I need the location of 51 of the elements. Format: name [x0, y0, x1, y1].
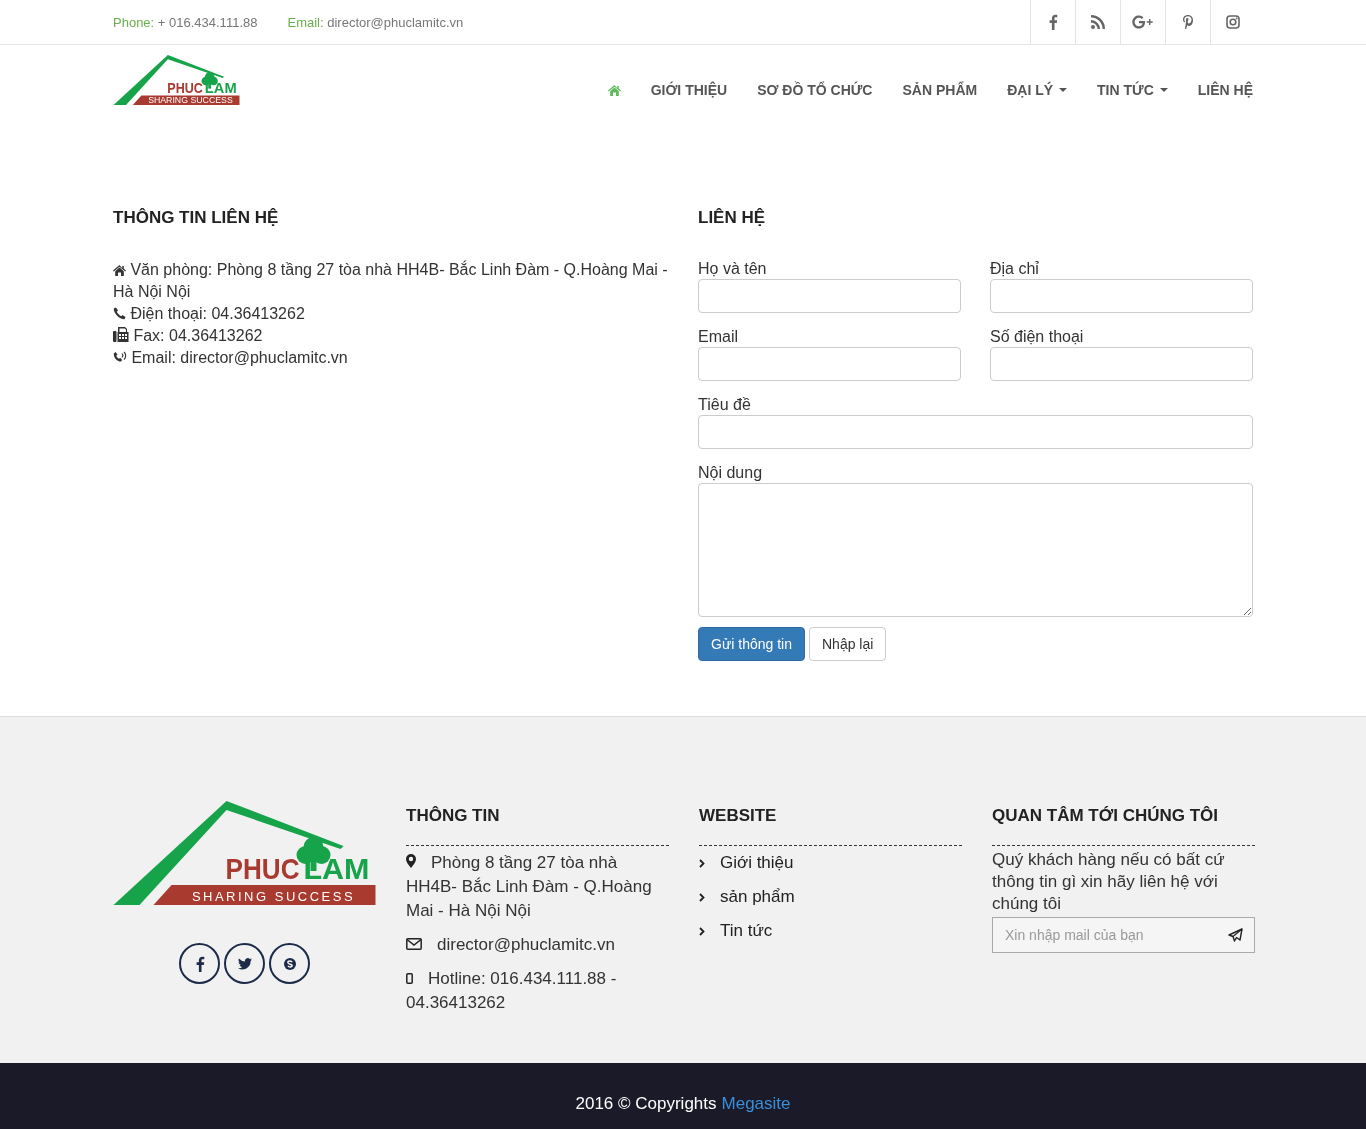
reset-button[interactable]: Nhập lại — [809, 627, 887, 662]
section-title: LIÊN HỆ — [698, 207, 767, 229]
field-label: Nội dung — [698, 463, 764, 484]
send-icon[interactable] — [1228, 928, 1243, 943]
envelope-icon — [406, 938, 422, 951]
field-label: Địa chỉ — [990, 259, 1040, 280]
footer-info-text: director@phuclamitc.vn — [406, 933, 669, 958]
fax-icon — [113, 327, 129, 343]
input-field[interactable] — [698, 415, 1253, 450]
footer-link[interactable]: Tin tức — [720, 919, 773, 944]
footer-heading: THÔNG TIN — [406, 805, 669, 847]
input-field[interactable] — [698, 279, 961, 314]
footer-info-text: Hotline: 016.434.111.88 - 04.36413262 — [406, 968, 618, 1015]
email-text: Email: director@phuclamitc.vn — [287, 14, 464, 30]
footer-info-text: Phòng 8 tầng 27 tòa nhà HH4B- Bắc Linh Đàm - Q.Hoàng Mai - Hà Nội Nội — [406, 852, 653, 923]
nav-link[interactable]: SẢN PHẨM — [887, 82, 993, 98]
nav-link[interactable]: SƠ ĐỒ TỔ CHỨC — [742, 82, 888, 98]
field-label: Email — [698, 327, 739, 348]
home-icon — [113, 265, 126, 277]
contact-line: Văn phòng: Phòng 8 tầng 27 tòa nhà HH4B- Bắc Linh Đàm - Q.Hoàng Mai - Hà Nội Nội — [113, 259, 668, 303]
input-field[interactable] — [990, 279, 1253, 314]
phone-text: Phone: + 016.434.111.88 — [113, 14, 258, 30]
section-title: THÔNG TIN LIÊN HỆ — [113, 207, 280, 229]
footer-heading: WEBSITE — [699, 805, 962, 847]
field-label: Họ và tên — [698, 259, 768, 280]
field-label: Tiêu đề — [698, 395, 752, 416]
nav-link[interactable]: LIÊN HỆ — [1182, 82, 1268, 98]
input-field[interactable] — [698, 347, 961, 382]
footer-link[interactable]: sản phẩm — [720, 885, 795, 910]
facebook-icon[interactable] — [179, 943, 220, 985]
mobile-phone-icon — [406, 973, 413, 985]
nav-link[interactable]: GIỚI THIỆU — [635, 82, 743, 98]
email-subscribe-field[interactable]: Xin nhập mail của bạn — [992, 917, 1255, 954]
send-button[interactable]: Gửi thông tin — [698, 627, 805, 662]
phone-icon — [113, 307, 126, 321]
footer-link[interactable]: Giới thiệu — [720, 851, 794, 876]
map-marker-icon — [406, 854, 416, 869]
field-label: Số điện thoại — [990, 327, 1085, 348]
copyright-text: 2016 © Copyrights — [575, 1094, 717, 1115]
contact-line: Điện thoại: 04.36413262 — [113, 303, 668, 326]
contact-line: Fax: 04.36413262 — [113, 325, 668, 348]
footer-heading: QUAN TÂM TỚI CHÚNG TÔI — [992, 805, 1255, 847]
twitter-icon[interactable] — [224, 943, 265, 985]
contact-line: Email: director@phuclamitc.vn — [113, 347, 668, 370]
skype-icon[interactable] — [269, 943, 310, 985]
megasite-link[interactable]: Megasite — [721, 1094, 791, 1115]
message-field[interactable] — [698, 483, 1253, 618]
newsletter-text: Quý khách hàng nếu có bất cứ thông tin gì xin hãy liên hệ với chúng tôi — [992, 849, 1226, 916]
nav-link[interactable]: ĐẠI LÝ — [992, 82, 1083, 98]
input-field[interactable] — [990, 347, 1253, 382]
nav-link[interactable]: TIN TỨC — [1082, 82, 1183, 98]
